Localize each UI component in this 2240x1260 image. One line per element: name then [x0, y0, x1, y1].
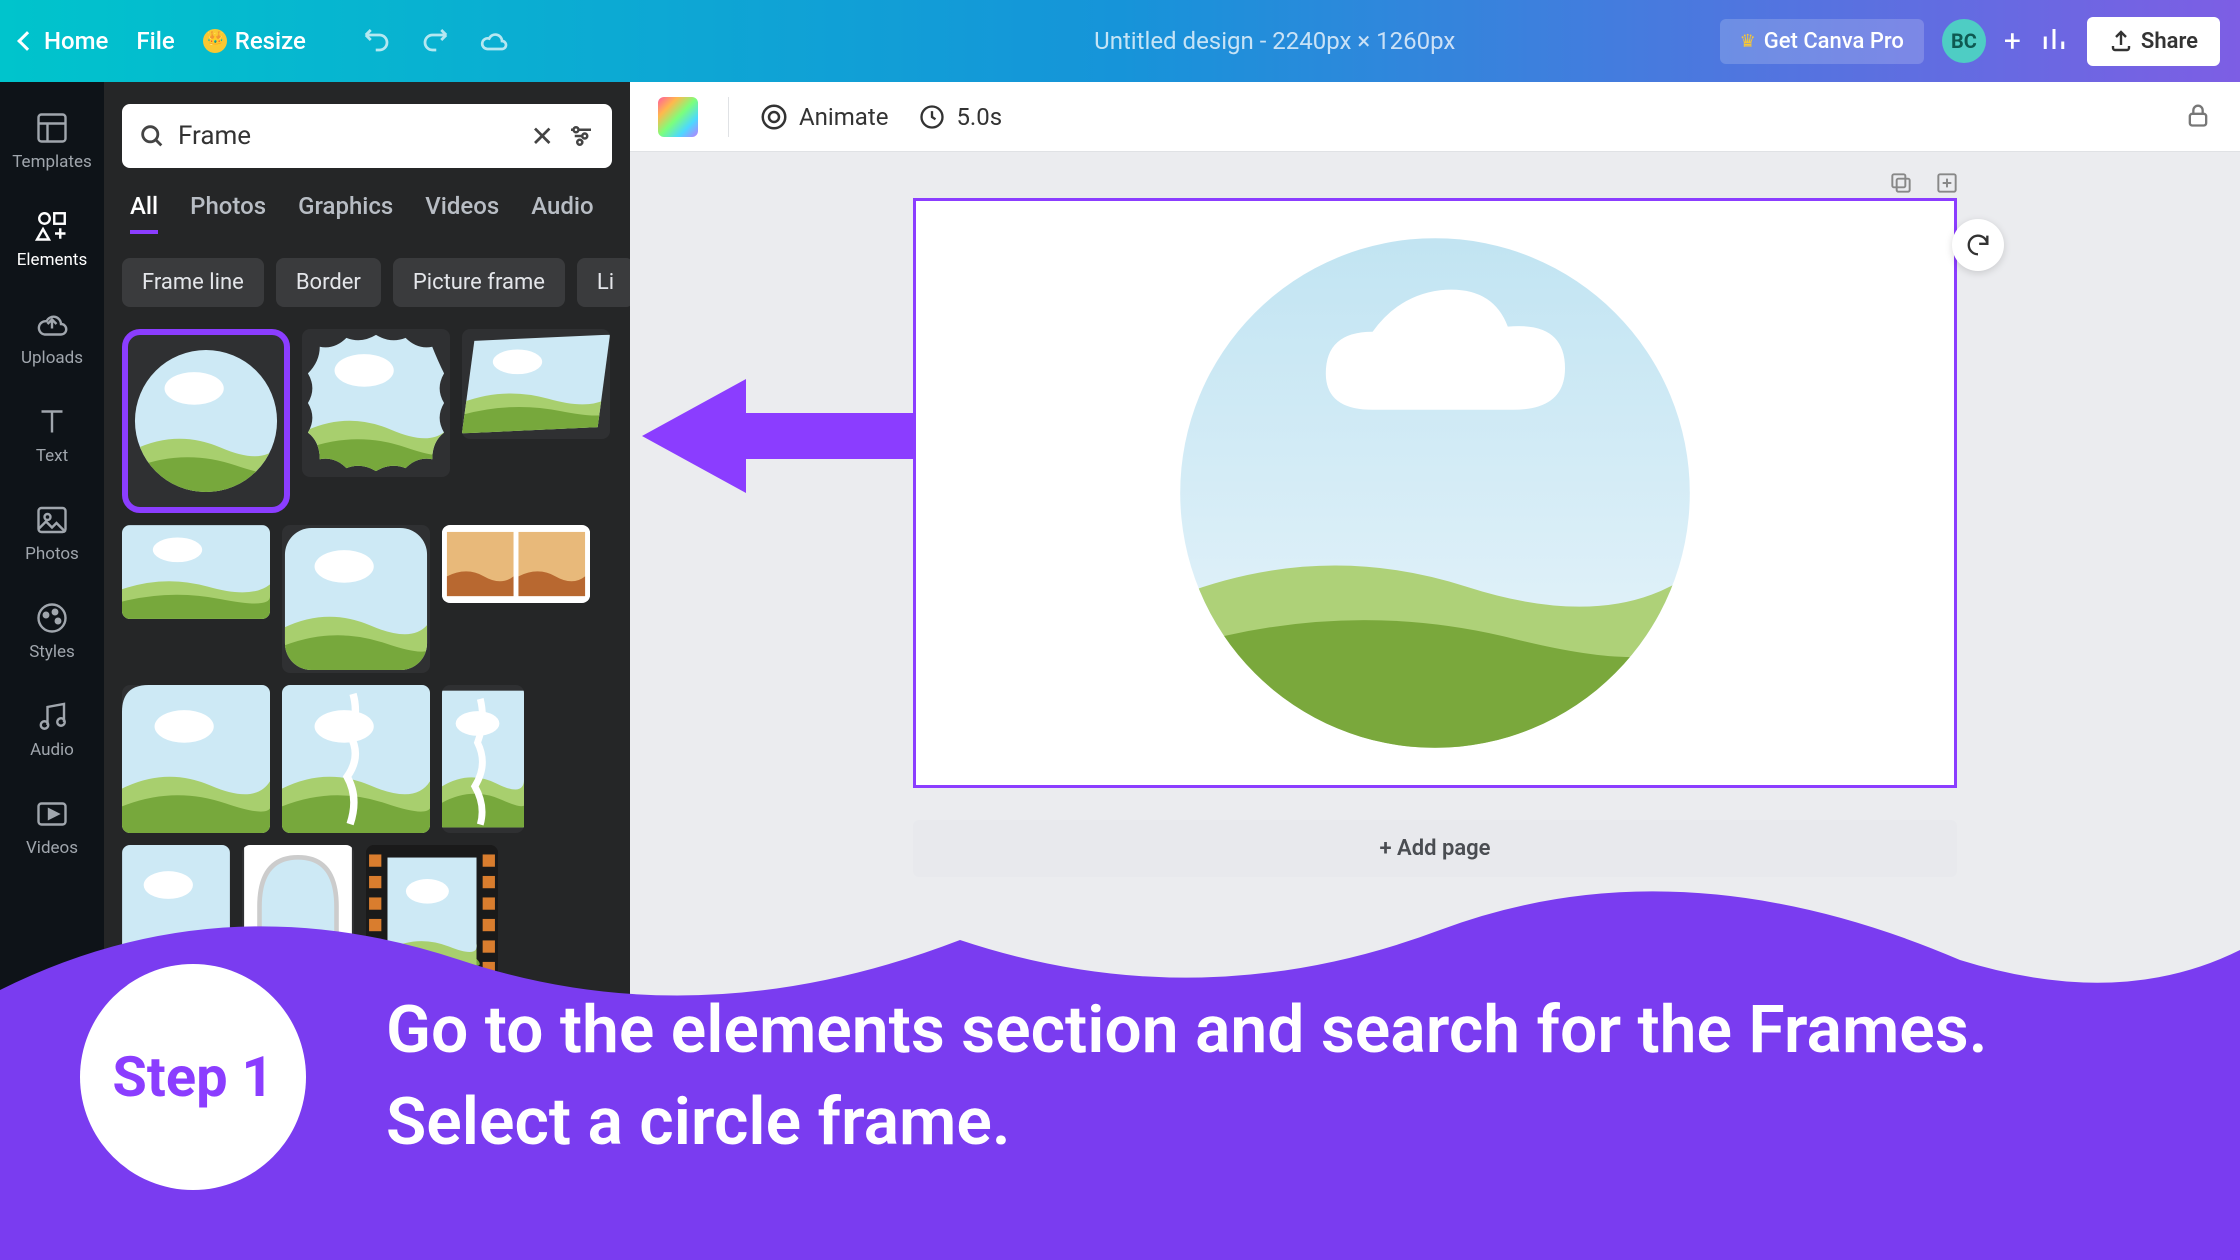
rail-label: Styles	[29, 642, 75, 662]
photos-icon	[34, 502, 70, 538]
tutorial-overlay: Step 1 Go to the elements section and se…	[0, 870, 2240, 1260]
step-number-badge: Step 1	[80, 964, 306, 1190]
search-input[interactable]	[178, 121, 519, 151]
animate-button[interactable]: Animate	[759, 102, 888, 132]
frame-result-diptych[interactable]	[442, 525, 590, 603]
frame-result-rounded[interactable]	[282, 525, 430, 673]
cloud-sync-icon[interactable]	[478, 25, 510, 57]
get-pro-button[interactable]: ♛ Get Canva Pro	[1720, 19, 1924, 64]
rail-item-audio[interactable]: Audio	[0, 684, 104, 774]
color-picker-button[interactable]	[658, 97, 698, 137]
rail-label: Uploads	[21, 348, 83, 368]
tab-all[interactable]: All	[130, 192, 158, 234]
top-bar-right: ♛ Get Canva Pro BC + Share	[1720, 17, 2220, 66]
chip-border[interactable]: Border	[276, 258, 381, 307]
frame-result-torn[interactable]	[282, 685, 430, 833]
rail-label: Text	[36, 446, 68, 466]
rail-item-elements[interactable]: Elements	[0, 194, 104, 284]
chip-picture-frame[interactable]: Picture frame	[393, 258, 565, 307]
share-button[interactable]: Share	[2087, 17, 2220, 66]
templates-icon	[34, 110, 70, 146]
videos-icon	[34, 796, 70, 832]
chip-more[interactable]: Li	[577, 258, 634, 307]
redo-icon[interactable]	[420, 25, 450, 55]
insights-button[interactable]	[2039, 24, 2069, 58]
rail-label: Photos	[25, 544, 79, 564]
tutorial-content: Step 1 Go to the elements section and se…	[80, 964, 2086, 1190]
text-icon	[34, 404, 70, 440]
frame-result-torn2[interactable]	[442, 685, 524, 833]
rail-label: Audio	[30, 740, 74, 760]
animate-label: Animate	[799, 103, 888, 131]
history-buttons	[362, 25, 510, 57]
duration-button[interactable]: 5.0s	[918, 103, 1002, 131]
design-page[interactable]	[913, 198, 1957, 788]
duplicate-page-icon[interactable]	[1888, 170, 1914, 196]
chevron-left-icon	[17, 31, 37, 51]
lock-icon	[2184, 101, 2212, 129]
rail-label: Templates	[12, 152, 92, 172]
add-member-button[interactable]: +	[2004, 24, 2021, 59]
get-pro-label: Get Canva Pro	[1764, 29, 1904, 54]
frame-result-rect[interactable]	[122, 525, 270, 619]
suggestion-chips: Frame line Border Picture frame Li ›	[122, 258, 612, 307]
page-actions	[1888, 170, 1960, 196]
clock-icon	[918, 103, 946, 131]
rail-label: Videos	[26, 838, 78, 858]
top-bar-left: Home File Resize	[20, 25, 510, 57]
audio-icon	[34, 698, 70, 734]
search-box: ✕	[122, 104, 612, 168]
tab-graphics[interactable]: Graphics	[298, 192, 393, 234]
tab-videos[interactable]: Videos	[425, 192, 499, 234]
resize-button[interactable]: Resize	[203, 27, 306, 55]
home-label: Home	[44, 27, 108, 55]
top-bar: Home File Resize Untitled design - 2240p…	[0, 0, 2240, 82]
frame-result-parallelogram[interactable]	[462, 329, 610, 439]
rail-item-templates[interactable]: Templates	[0, 96, 104, 186]
filter-icon[interactable]	[566, 121, 596, 151]
result-tabs: All Photos Graphics Videos Audio	[122, 192, 612, 234]
rail-item-videos[interactable]: Videos	[0, 782, 104, 872]
lock-button[interactable]	[2184, 101, 2212, 133]
add-page-button[interactable]: + Add page	[913, 820, 1957, 877]
clear-search-button[interactable]: ✕	[531, 120, 554, 153]
circle-frame-element[interactable]	[1175, 233, 1695, 753]
crown-icon	[203, 29, 227, 53]
add-page-icon[interactable]	[1934, 170, 1960, 196]
refresh-button[interactable]	[1952, 219, 2004, 271]
share-label: Share	[2141, 29, 2198, 54]
duration-label: 5.0s	[956, 103, 1002, 131]
refresh-icon	[1964, 231, 1992, 259]
uploads-icon	[34, 306, 70, 342]
crown-icon: ♛	[1740, 31, 1756, 52]
animate-icon	[759, 102, 789, 132]
frame-result-wavy[interactable]	[302, 329, 450, 477]
undo-icon[interactable]	[362, 25, 392, 55]
elements-icon	[34, 208, 70, 244]
toolbar-divider	[728, 97, 729, 137]
file-menu-button[interactable]: File	[136, 27, 174, 55]
rail-label: Elements	[17, 250, 87, 270]
tab-audio[interactable]: Audio	[531, 192, 593, 234]
tab-photos[interactable]: Photos	[190, 192, 266, 234]
frame-result-tab[interactable]	[122, 685, 270, 833]
editor-toolbar: Animate 5.0s	[630, 82, 2240, 152]
arrow-icon	[636, 361, 916, 511]
resize-label: Resize	[235, 27, 306, 55]
bar-chart-icon	[2039, 24, 2069, 54]
rail-item-photos[interactable]: Photos	[0, 488, 104, 578]
rail-item-styles[interactable]: Styles	[0, 586, 104, 676]
document-title[interactable]: Untitled design - 2240px × 1260px	[510, 27, 1720, 55]
styles-icon	[34, 600, 70, 636]
rail-item-text[interactable]: Text	[0, 390, 104, 480]
chip-frame-line[interactable]: Frame line	[122, 258, 264, 307]
step-instruction-text: Go to the elements section and search fo…	[386, 985, 2086, 1170]
frame-result-circle[interactable]	[122, 329, 290, 513]
rail-item-uploads[interactable]: Uploads	[0, 292, 104, 382]
avatar[interactable]: BC	[1942, 19, 1986, 63]
search-icon	[138, 122, 166, 150]
home-button[interactable]: Home	[20, 27, 108, 55]
upload-icon	[2109, 29, 2133, 53]
